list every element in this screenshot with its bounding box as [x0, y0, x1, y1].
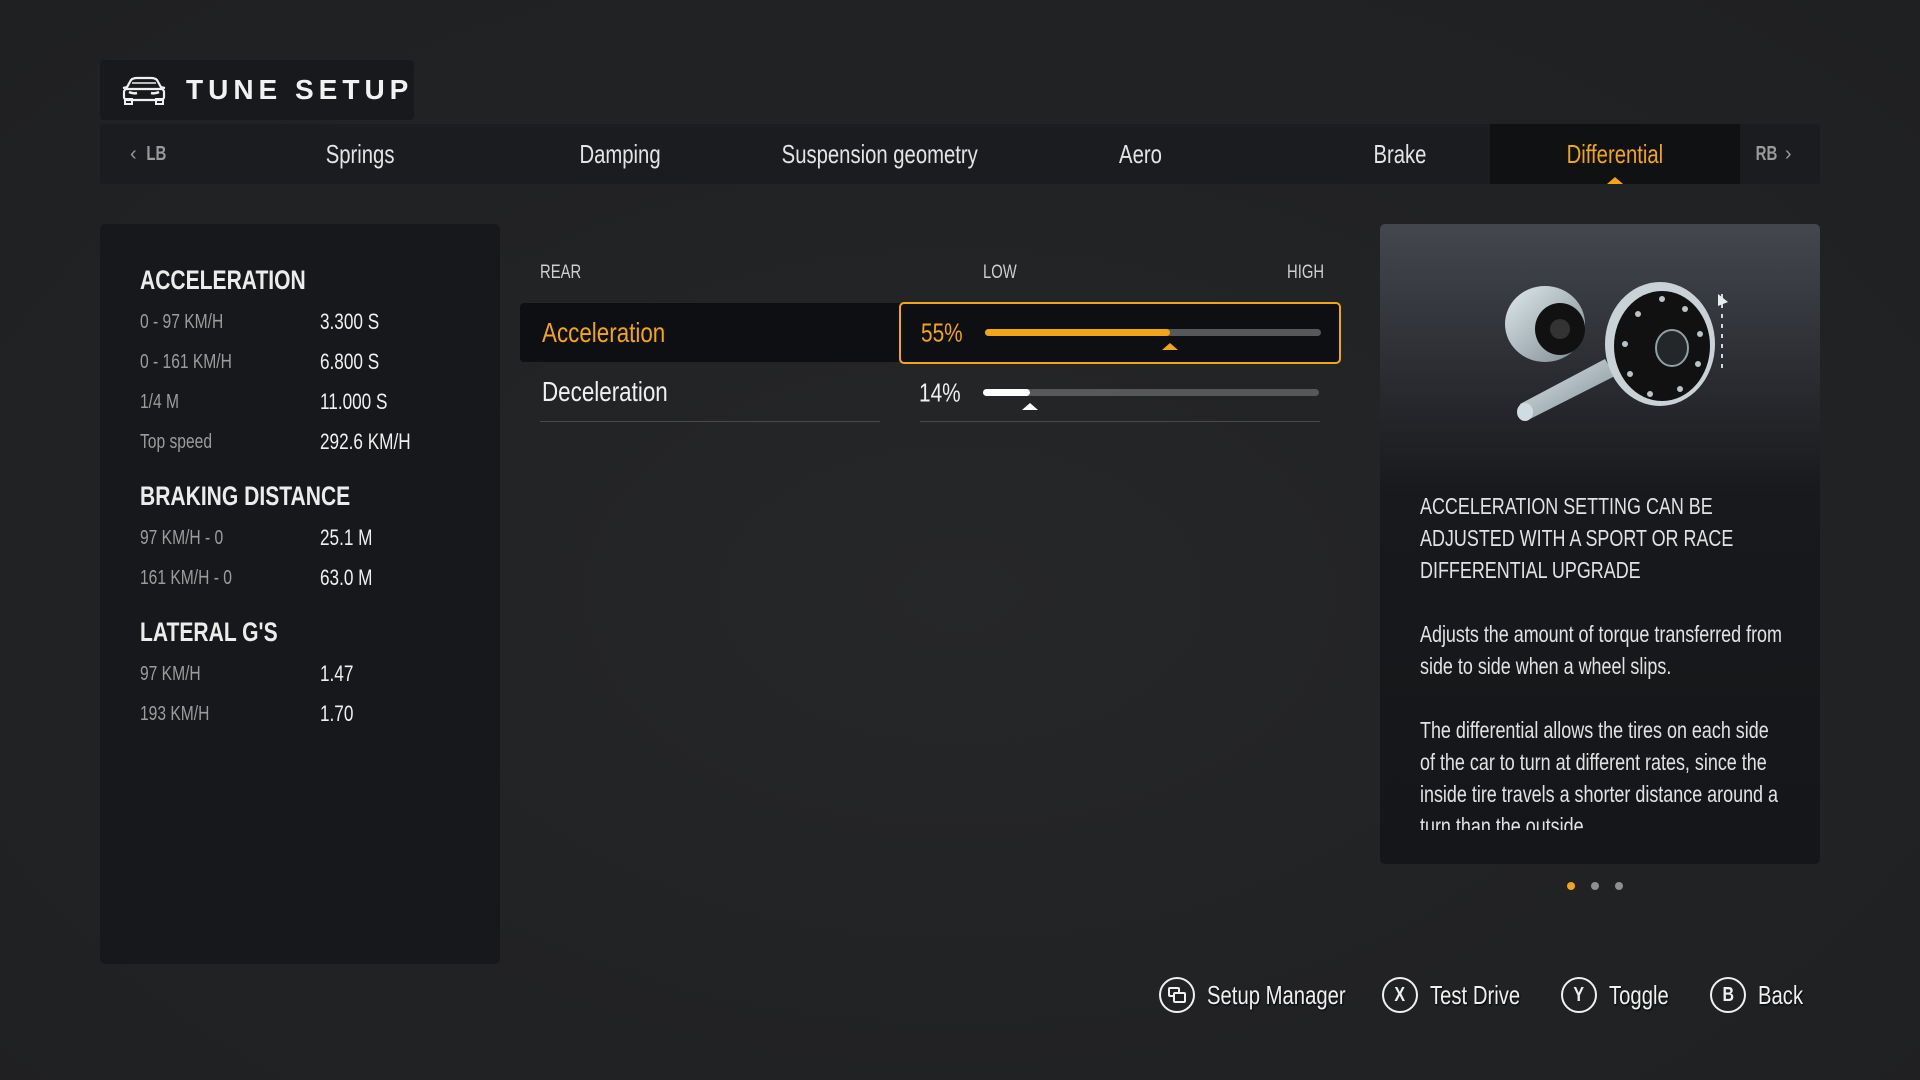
stat-label: 0 - 161 KM/H — [140, 350, 232, 373]
stat-label: 97 KM/H — [140, 662, 201, 685]
tab-label: Brake — [1373, 138, 1427, 169]
slider-fill — [983, 389, 1031, 396]
stat-label: 193 KM/H — [140, 702, 210, 725]
setup-manager-button[interactable]: Setup Manager — [1159, 976, 1385, 1014]
page-dot-2[interactable] — [1591, 882, 1599, 890]
setting-row-deceleration[interactable]: Deceleration — [520, 362, 900, 421]
acceleration-slider[interactable]: 55% — [899, 302, 1341, 364]
slider-track[interactable] — [985, 329, 1321, 350]
tab-label: Damping — [579, 138, 661, 169]
stat-value: 1.47 — [320, 661, 354, 686]
stat-label: Top speed — [140, 430, 212, 453]
stat-value: 63.0 M — [320, 565, 373, 590]
page-title-box: TUNE SETUP — [100, 60, 414, 120]
stat-row: 0 - 97 KM/H 3.300 S — [140, 302, 500, 342]
low-label: LOW — [983, 262, 1017, 283]
lb-label: LB — [146, 142, 167, 165]
stat-row: 193 KM/H 1.70 — [140, 694, 500, 734]
info-description: ACCELERATION SETTING CAN BE ADJUSTED WIT… — [1420, 490, 1790, 830]
lateral-g-stats: LATERAL G'S 97 KM/H 1.47 193 KM/H 1.70 — [140, 610, 500, 734]
tab-differential[interactable]: Differential — [1490, 124, 1740, 184]
setting-row-acceleration[interactable]: Acceleration — [520, 303, 900, 362]
chevron-right-icon: › — [1784, 142, 1792, 165]
next-tab-bumper[interactable]: RB › — [1752, 124, 1792, 184]
stat-label: 0 - 97 KM/H — [140, 310, 224, 333]
page-dot-3[interactable] — [1615, 882, 1623, 890]
stat-row: 0 - 161 KM/H 6.800 S — [140, 342, 500, 382]
stat-value: 6.800 S — [320, 349, 380, 374]
stat-label: 97 KM/H - 0 — [140, 526, 224, 549]
upgrade-notice: ACCELERATION SETTING CAN BE ADJUSTED WIT… — [1420, 493, 1734, 583]
stat-row: 161 KM/H - 0 63.0 M — [140, 558, 500, 598]
tab-label: Differential — [1566, 138, 1664, 169]
hint-label: Back — [1758, 979, 1804, 1010]
differential-gear-illustration — [1505, 282, 1728, 421]
tab-springs[interactable]: Springs — [230, 124, 490, 184]
page-title: TUNE SETUP — [186, 74, 414, 105]
braking-stats: BRAKING DISTANCE 97 KM/H - 0 25.1 M 161 K… — [140, 474, 500, 598]
row-divider — [540, 421, 880, 422]
tab-damping[interactable]: Damping — [490, 124, 750, 184]
section-label-rear: REAR — [540, 262, 582, 283]
car-icon — [122, 76, 166, 105]
stat-value: 292.6 KM/H — [320, 429, 411, 454]
page-dot-1[interactable] — [1567, 882, 1575, 890]
tab-bar: ‹ LB Springs Damping Suspension geometry… — [100, 124, 1820, 184]
stat-label: 161 KM/H - 0 — [140, 566, 232, 589]
slider-thumb-marker[interactable] — [1022, 403, 1039, 410]
section-heading: BRAKING DISTANCE — [140, 481, 351, 511]
b-button-icon: B — [1710, 977, 1746, 1013]
tab-label: Aero — [1118, 138, 1162, 169]
test-drive-button[interactable]: X Test Drive — [1382, 976, 1546, 1014]
stat-row: 97 KM/H - 0 25.1 M — [140, 518, 500, 558]
stat-value: 11.000 S — [320, 389, 388, 414]
stat-value: 25.1 M — [320, 525, 373, 550]
deceleration-slider[interactable]: 14% — [899, 362, 1341, 424]
prev-tab-bumper[interactable]: ‹ LB — [130, 124, 169, 184]
toggle-button[interactable]: Y Toggle — [1561, 976, 1686, 1014]
hint-label: Test Drive — [1430, 979, 1521, 1010]
slider-value: 14% — [919, 377, 961, 408]
tab-aero[interactable]: Aero — [1010, 124, 1270, 184]
tab-label: Springs — [325, 138, 395, 169]
hint-label: Toggle — [1609, 979, 1669, 1010]
rb-label: RB — [1755, 142, 1778, 165]
back-button[interactable]: B Back — [1710, 976, 1816, 1014]
acceleration-stats: ACCELERATION 0 - 97 KM/H 3.300 S 0 - 161 … — [140, 258, 500, 462]
high-label: HIGH — [1287, 262, 1325, 283]
page-indicator — [1567, 882, 1623, 890]
slider-track[interactable] — [983, 389, 1319, 410]
row-divider — [920, 421, 1320, 422]
stat-row: Top speed 292.6 KM/H — [140, 422, 500, 462]
slider-thumb-marker[interactable] — [1161, 343, 1178, 350]
x-button-icon: X — [1382, 977, 1418, 1013]
stat-row: 97 KM/H 1.47 — [140, 654, 500, 694]
slider-value: 55% — [921, 317, 963, 348]
description-paragraph: The differential allows the tires on eac… — [1420, 717, 1778, 830]
hint-label: Setup Manager — [1207, 979, 1346, 1010]
stat-label: 1/4 M — [140, 390, 180, 413]
info-panel: ACCELERATION SETTING CAN BE ADJUSTED WIT… — [1380, 224, 1820, 864]
chevron-left-icon: ‹ — [130, 142, 137, 165]
section-heading: LATERAL G'S — [140, 617, 278, 647]
view-icon — [1168, 987, 1186, 1003]
stat-value: 1.70 — [320, 701, 354, 726]
y-button-icon: Y — [1561, 977, 1597, 1013]
description-paragraph: Adjusts the amount of torque transferred… — [1420, 621, 1782, 679]
view-button-icon — [1159, 977, 1195, 1013]
setting-label: Deceleration — [542, 375, 668, 407]
performance-stats-panel: ACCELERATION 0 - 97 KM/H 3.300 S 0 - 161 … — [100, 224, 500, 964]
section-heading: ACCELERATION — [140, 265, 306, 295]
stat-row: 1/4 M 11.000 S — [140, 382, 500, 422]
setting-label: Acceleration — [542, 316, 666, 348]
tab-label: Suspension geometry — [781, 138, 979, 169]
tab-suspension-geometry[interactable]: Suspension geometry — [750, 124, 1010, 184]
slider-fill — [985, 329, 1170, 336]
stat-value: 3.300 S — [320, 309, 380, 334]
